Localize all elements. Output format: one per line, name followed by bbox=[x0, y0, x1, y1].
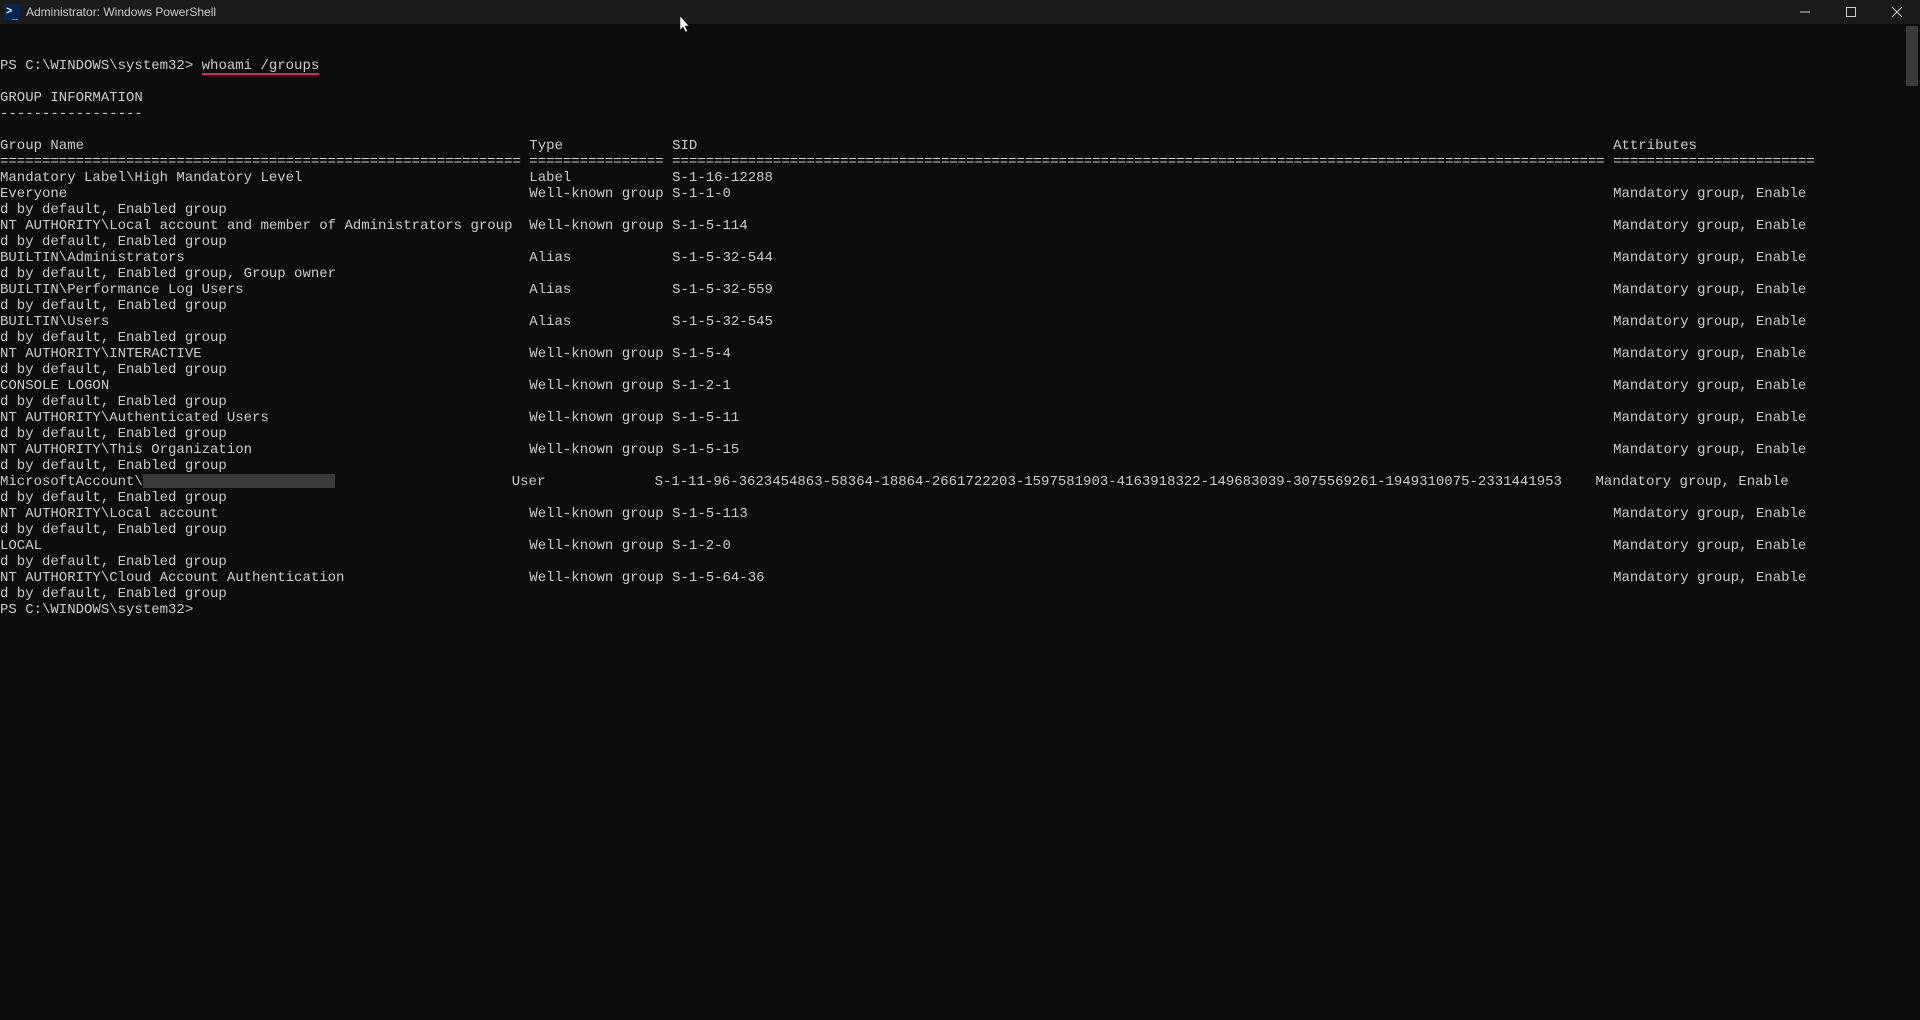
terminal-line: Group Name Type SID Attribut bbox=[0, 138, 1920, 154]
terminal-line: LOCAL Well-known group S-1-2-0 Mandator bbox=[0, 538, 1920, 554]
terminal-line: Mandatory Label\High Mandatory Level Lab… bbox=[0, 170, 1920, 186]
terminal-line: NT AUTHORITY\INTERACTIVE Well-known grou… bbox=[0, 346, 1920, 362]
minimize-button[interactable] bbox=[1782, 0, 1828, 24]
terminal-line: PS C:\WINDOWS\system32> bbox=[0, 602, 1920, 618]
terminal-line: d by default, Enabled group bbox=[0, 522, 1920, 538]
command-text: whoami /groups bbox=[202, 59, 320, 75]
terminal-line: NT AUTHORITY\This Organization Well-know… bbox=[0, 442, 1920, 458]
terminal-line: ----------------- bbox=[0, 106, 1920, 122]
close-button[interactable] bbox=[1874, 0, 1920, 24]
window-controls bbox=[1782, 0, 1920, 24]
terminal-line: d by default, Enabled group bbox=[0, 234, 1920, 250]
terminal-line: BUILTIN\Users Alias S-1-5-32-545 Mandato… bbox=[0, 314, 1920, 330]
terminal-line: NT AUTHORITY\Cloud Account Authenticatio… bbox=[0, 570, 1920, 586]
window-titlebar[interactable]: Administrator: Windows PowerShell bbox=[0, 0, 1920, 24]
terminal-line: NT AUTHORITY\Authenticated Users Well-kn… bbox=[0, 410, 1920, 426]
terminal-line: d by default, Enabled group, Group owner bbox=[0, 266, 1920, 282]
scrollbar-track[interactable] bbox=[1904, 24, 1920, 1020]
terminal-line: d by default, Enabled group bbox=[0, 458, 1920, 474]
powershell-icon bbox=[4, 4, 20, 20]
terminal-line: BUILTIN\Performance Log Users Alias S-1-… bbox=[0, 282, 1920, 298]
terminal-line: d by default, Enabled group bbox=[0, 554, 1920, 570]
terminal-line: BUILTIN\Administrators Alias S-1-5-32-54… bbox=[0, 250, 1920, 266]
terminal-line: MicrosoftAccount\ User S-1-11-96-3623454… bbox=[0, 474, 1920, 490]
terminal-line: d by default, Enabled group bbox=[0, 362, 1920, 378]
terminal-line: PS C:\WINDOWS\system32> whoami /groups bbox=[0, 58, 1920, 74]
terminal-line: GROUP INFORMATION bbox=[0, 90, 1920, 106]
window-title: Administrator: Windows PowerShell bbox=[26, 5, 216, 19]
terminal-line: NT AUTHORITY\Local account and member of… bbox=[0, 218, 1920, 234]
terminal-line bbox=[0, 122, 1920, 138]
terminal-line bbox=[0, 74, 1920, 90]
terminal-line: d by default, Enabled group bbox=[0, 586, 1920, 602]
terminal-line: Everyone Well-known group S-1-1-0 Mandat… bbox=[0, 186, 1920, 202]
terminal-line: d by default, Enabled group bbox=[0, 426, 1920, 442]
terminal-line: d by default, Enabled group bbox=[0, 298, 1920, 314]
redacted-text bbox=[143, 474, 336, 488]
scrollbar-thumb[interactable] bbox=[1906, 26, 1918, 86]
terminal-line: CONSOLE LOGON Well-known group S-1-2-1 M… bbox=[0, 378, 1920, 394]
terminal-line: ========================================… bbox=[0, 154, 1920, 170]
maximize-button[interactable] bbox=[1828, 0, 1874, 24]
titlebar-left: Administrator: Windows PowerShell bbox=[4, 4, 216, 20]
terminal-output[interactable]: PS C:\WINDOWS\system32> whoami /groups G… bbox=[0, 24, 1920, 1020]
terminal-line: NT AUTHORITY\Local account Well-known gr… bbox=[0, 506, 1920, 522]
terminal-line: d by default, Enabled group bbox=[0, 490, 1920, 506]
terminal-line: d by default, Enabled group bbox=[0, 330, 1920, 346]
terminal-line: d by default, Enabled group bbox=[0, 394, 1920, 410]
terminal-line: d by default, Enabled group bbox=[0, 202, 1920, 218]
